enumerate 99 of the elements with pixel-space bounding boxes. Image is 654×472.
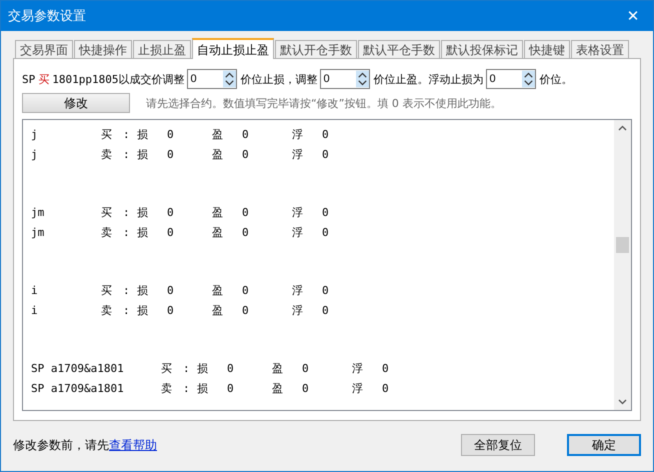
dialog-button[interactable]: 全部复位	[461, 434, 535, 456]
list-cell-text: :	[123, 284, 131, 296]
list-cell-text: 损	[137, 126, 149, 142]
list-cell-text: :	[123, 148, 131, 160]
list-cell-text: 浮	[352, 360, 364, 376]
tab[interactable]: 止损止盈	[133, 40, 191, 58]
list-cell-text: 0	[167, 226, 175, 238]
tab[interactable]: 默认投保标记	[441, 40, 523, 58]
scroll-down-icon[interactable]	[618, 399, 627, 405]
list-cell-text: 0	[242, 304, 250, 316]
list-cell-text: 买	[101, 282, 113, 298]
tab[interactable]: 默认开仓手数	[275, 40, 357, 58]
list-cell-text: 损	[137, 282, 149, 298]
tab[interactable]: 快捷操作	[74, 40, 132, 58]
list-cell-text: 0	[227, 362, 235, 374]
list-cell-text: 浮	[292, 224, 304, 240]
list-cell-text: 0	[242, 128, 250, 140]
list-cell-text: 0	[242, 226, 250, 238]
list-cell-text: jm	[31, 226, 46, 238]
list-cell-text: 0	[382, 362, 390, 374]
list-cell-text: 0	[167, 128, 175, 140]
list-cell-text: :	[123, 128, 131, 140]
list-cell-text: 浮	[352, 380, 364, 396]
list-cell-text: :	[123, 304, 131, 316]
list-cell-text: 盈	[212, 146, 224, 162]
list-cell-text: 0	[322, 128, 330, 140]
list-cell-text: 0	[322, 206, 330, 218]
list-cell-text: 浮	[292, 282, 304, 298]
scrollbar[interactable]	[614, 120, 631, 410]
setting-label: 价位止盈。浮动止损为	[373, 72, 484, 86]
scroll-up-icon[interactable]	[618, 125, 627, 131]
list-cell-text: 0	[322, 284, 330, 296]
window-title: 交易参数设置	[8, 8, 86, 25]
tab[interactable]: 自动止损止盈	[192, 38, 274, 59]
scroll-thumb[interactable]	[616, 237, 629, 253]
setting-label: 买	[38, 72, 50, 86]
close-button[interactable]: ✕	[613, 1, 653, 31]
setting-label: SP	[22, 72, 36, 86]
tab[interactable]: 交易界面	[15, 40, 73, 58]
list-cell-text: j	[31, 128, 39, 140]
tab[interactable]: 表格设置	[571, 40, 629, 58]
list-cell-text: 卖	[161, 380, 173, 396]
list-cell-text: 盈	[212, 224, 224, 240]
setting-label: 价位。	[539, 72, 572, 86]
list-cell-text: 0	[167, 148, 175, 160]
list-cell-text: 盈	[212, 126, 224, 142]
list-cell-text: 浮	[292, 204, 304, 220]
list-cell-text: 0	[242, 148, 250, 160]
list-cell-text: 损	[197, 360, 209, 376]
tab[interactable]: 默认平仓手数	[358, 40, 440, 58]
list-cell-text: 买	[101, 126, 113, 142]
list-cell-text: 浮	[292, 302, 304, 318]
list-cell-text: 盈	[272, 360, 284, 376]
setting-label: 1801pp1805以成交价调整	[52, 72, 184, 86]
list-cell-text: :	[123, 206, 131, 218]
dialog-button[interactable]: 确定	[567, 434, 641, 456]
setting-label: 价位止损，调整	[240, 72, 318, 86]
list-cell-text: 盈	[212, 204, 224, 220]
list-cell-text: 买	[101, 204, 113, 220]
list-cell-text: 盈	[212, 282, 224, 298]
list-cell-text: :	[183, 362, 191, 374]
list-cell-text: 浮	[292, 146, 304, 162]
help-note: 修改参数前，请先查看帮助	[13, 436, 157, 454]
list-cell-text: 盈	[212, 302, 224, 318]
help-link[interactable]: 查看帮助	[109, 438, 157, 452]
list-cell-text: 损	[197, 380, 209, 396]
list-cell-text: 0	[242, 284, 250, 296]
list-cell-text: i	[31, 304, 39, 316]
list-cell-text: 损	[137, 224, 149, 240]
list-cell-text: j	[31, 148, 39, 160]
list-cell-text: 0	[322, 148, 330, 160]
list-cell-text: SP a1709&a1801	[31, 362, 125, 374]
modify-button[interactable]: 修改	[22, 93, 130, 113]
list-cell-text: SP a1709&a1801	[31, 382, 125, 394]
tab[interactable]: 快捷键	[524, 40, 570, 58]
list-cell-text: 0	[227, 382, 235, 394]
list-cell-text: 卖	[101, 146, 113, 162]
list-cell-text: 0	[382, 382, 390, 394]
list-cell-text: 0	[242, 206, 250, 218]
list-cell-text: 0	[302, 362, 310, 374]
list-cell-text: 卖	[101, 224, 113, 240]
list-cell-text: 0	[322, 304, 330, 316]
list-cell-text: 浮	[292, 126, 304, 142]
list-cell-text: 买	[161, 360, 173, 376]
list-cell-text: 0	[167, 206, 175, 218]
list-cell-text: 盈	[272, 380, 284, 396]
list-cell-text: 损	[137, 146, 149, 162]
list-cell-text: 损	[137, 204, 149, 220]
list-cell-text: i	[31, 284, 39, 296]
list-cell-text: 卖	[101, 302, 113, 318]
list-cell-text: 损	[137, 302, 149, 318]
list-cell-text: jm	[31, 206, 46, 218]
list-cell-text: :	[183, 382, 191, 394]
list-cell-text: 0	[167, 304, 175, 316]
list-cell-text: 0	[322, 226, 330, 238]
hint-text: 请先选择合约。数值填写完毕请按“修改”按钮。填 0 表示不使用此功能。	[146, 96, 502, 110]
list-cell-text: 0	[167, 284, 175, 296]
list-cell-text: 0	[302, 382, 310, 394]
list-cell-text: :	[123, 226, 131, 238]
